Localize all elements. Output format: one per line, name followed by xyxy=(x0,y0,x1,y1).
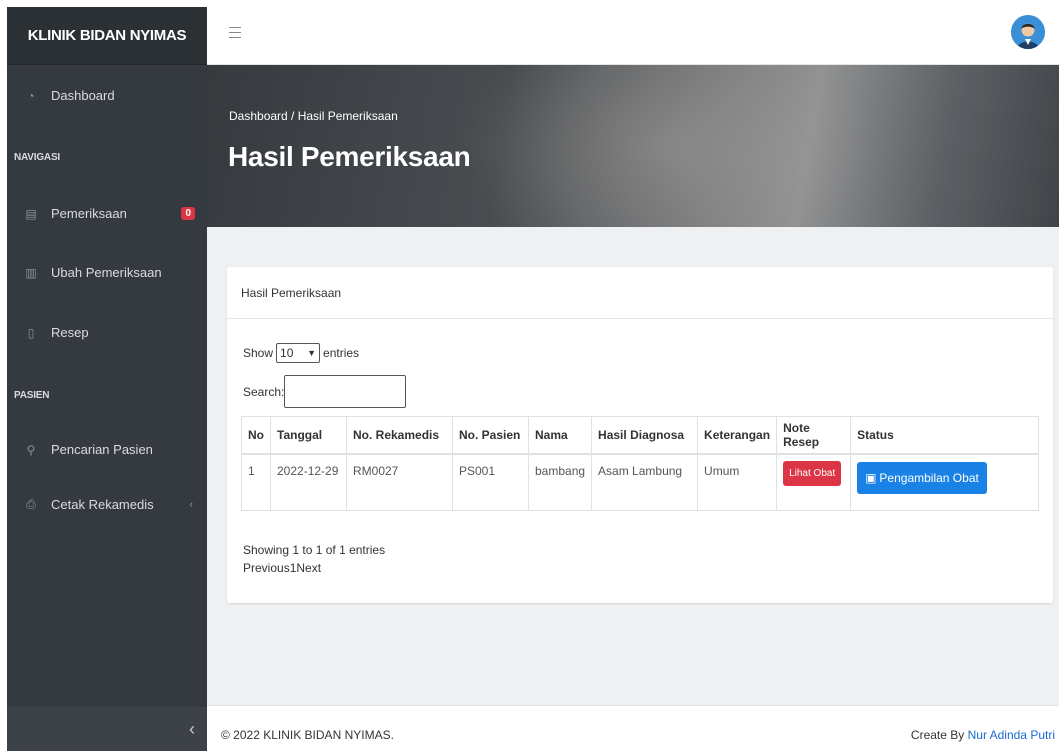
column-header[interactable]: No xyxy=(241,416,271,455)
entries-select[interactable]: 10 ▼ xyxy=(276,343,321,363)
clipboard-icon: ▤ xyxy=(25,206,37,221)
user-avatar[interactable] xyxy=(1011,15,1045,49)
column-header[interactable]: Keterangan xyxy=(697,416,778,455)
column-header[interactable]: No. Rekamedis xyxy=(346,416,453,455)
search-label: Search: xyxy=(243,384,285,399)
card-header: Hasil Pemeriksaan xyxy=(227,267,1053,319)
table-row: 1 2022-12-29 RM0027 PS001 bambang Asam L… xyxy=(241,453,1039,511)
table-search: Search: xyxy=(243,375,407,408)
notebook-icon: ▥ xyxy=(25,265,37,280)
breadcrumb[interactable]: Dashboard / Hasil Pemeriksaan xyxy=(229,109,398,123)
pemeriksaan-count-badge: 0 xyxy=(181,207,195,220)
topbar xyxy=(207,7,1059,65)
cell-status: ▣ Pengambilan Obat xyxy=(850,453,1039,511)
sidebar-item-dashboard[interactable]: ◔ Dashboard xyxy=(7,88,207,103)
results-card: Hasil Pemeriksaan Show 10 ▼ entries Sear… xyxy=(227,267,1053,603)
page-header-banner: Dashboard / Hasil Pemeriksaan Hasil Peme… xyxy=(207,65,1059,227)
brand-logo[interactable]: KLINIK BIDAN NYIMAS xyxy=(7,7,207,65)
credit-prefix: Create By xyxy=(910,728,968,742)
lihat-obat-button[interactable]: Lihat Obat xyxy=(783,460,842,486)
wallet-icon: ▣ xyxy=(865,470,877,485)
cell-no: 1 xyxy=(241,453,271,511)
sidebar: KLINIK BIDAN NYIMAS ◔ Dashboard NAVIGASI… xyxy=(7,7,207,751)
sidebar-item-pencarian-pasien[interactable]: ⚲ Pencarian Pasien xyxy=(7,442,207,457)
sidebar-item-ubah-pemeriksaan[interactable]: ▥ Ubah Pemeriksaan xyxy=(7,265,207,280)
cell-nama: bambang xyxy=(527,453,593,511)
dashboard-icon: ◔ xyxy=(27,88,35,103)
cell-diagnosa: Asam Lambung xyxy=(591,453,699,511)
column-header[interactable]: Tanggal xyxy=(270,416,347,455)
column-header[interactable]: Note Resep xyxy=(776,416,852,455)
entries-label: entries xyxy=(323,346,360,360)
show-label: Show xyxy=(243,346,274,360)
table-info: Showing 1 to 1 of 1 entries Previous1Nex… xyxy=(243,541,385,577)
column-header[interactable]: Nama xyxy=(527,416,593,455)
cell-note-resep: Lihat Obat xyxy=(776,453,852,511)
nav-heading-navigasi: NAVIGASI xyxy=(14,152,60,163)
sidebar-item-cetak-rekamedis[interactable]: ⎙ Cetak Rekamedis ‹ xyxy=(7,497,207,512)
entries-length-control: Show 10 ▼ entries xyxy=(243,343,359,363)
cell-rekamedis: RM0027 xyxy=(346,453,453,511)
pengambilan-obat-label: Pengambilan Obat xyxy=(879,470,979,485)
entries-select-value: 10 xyxy=(280,346,294,360)
next-page-button[interactable]: Next xyxy=(296,561,321,575)
sidebar-item-label: Cetak Rekamedis xyxy=(51,497,154,512)
user-avatar-icon xyxy=(1011,15,1045,49)
cell-keterangan: Umum xyxy=(697,453,778,511)
column-header[interactable]: Hasil Diagnosa xyxy=(591,416,699,455)
sidebar-item-label: Pemeriksaan xyxy=(51,206,127,221)
footer-copyright: © 2022 KLINIK BIDAN NYIMAS. xyxy=(221,728,394,742)
nav-heading-pasien: PASIEN xyxy=(14,390,50,401)
author-link[interactable]: Nur Adinda Putri xyxy=(968,728,1055,742)
sidebar-item-label: Ubah Pemeriksaan xyxy=(51,265,162,280)
pengambilan-obat-button[interactable]: ▣ Pengambilan Obat xyxy=(857,461,987,494)
results-table: No Tanggal No. Rekamedis No. Pasien Nama… xyxy=(241,416,1039,511)
sidebar-item-label: Pencarian Pasien xyxy=(51,442,153,457)
menu-toggle-icon[interactable] xyxy=(229,27,241,42)
pagination: Previous1Next xyxy=(243,559,385,577)
sidebar-item-label: Resep xyxy=(51,325,89,340)
sidebar-collapse-button[interactable]: ‹ xyxy=(7,707,207,751)
chevron-left-icon: ‹ xyxy=(189,498,193,511)
chevron-left-icon: ‹ xyxy=(189,718,195,739)
sidebar-item-resep[interactable]: ▯ Resep xyxy=(7,325,207,340)
document-icon: ▯ xyxy=(27,325,35,340)
entries-info: Showing 1 to 1 of 1 entries xyxy=(243,543,386,557)
cell-tanggal: 2022-12-29 xyxy=(270,453,347,511)
search-icon: ⚲ xyxy=(26,442,36,457)
sidebar-item-pemeriksaan[interactable]: ▤ Pemeriksaan 0 xyxy=(7,206,207,221)
chevron-down-icon: ▼ xyxy=(307,348,317,358)
column-header[interactable]: No. Pasien xyxy=(452,416,529,455)
search-input[interactable] xyxy=(284,375,407,408)
table-header-row: No Tanggal No. Rekamedis No. Pasien Nama… xyxy=(241,416,1039,455)
footer: © 2022 KLINIK BIDAN NYIMAS. Create By Nu… xyxy=(207,705,1059,751)
sidebar-item-label: Dashboard xyxy=(51,88,115,103)
page-title: Hasil Pemeriksaan xyxy=(228,141,471,172)
footer-credit: Create By Nur Adinda Putri xyxy=(911,728,1055,742)
printer-icon: ⎙ xyxy=(26,497,36,511)
column-header[interactable]: Status xyxy=(850,416,1039,455)
cell-pasien: PS001 xyxy=(452,453,529,511)
main-content: Hasil Pemeriksaan Show 10 ▼ entries Sear… xyxy=(207,227,1059,705)
previous-page-button[interactable]: Previous xyxy=(243,561,290,575)
